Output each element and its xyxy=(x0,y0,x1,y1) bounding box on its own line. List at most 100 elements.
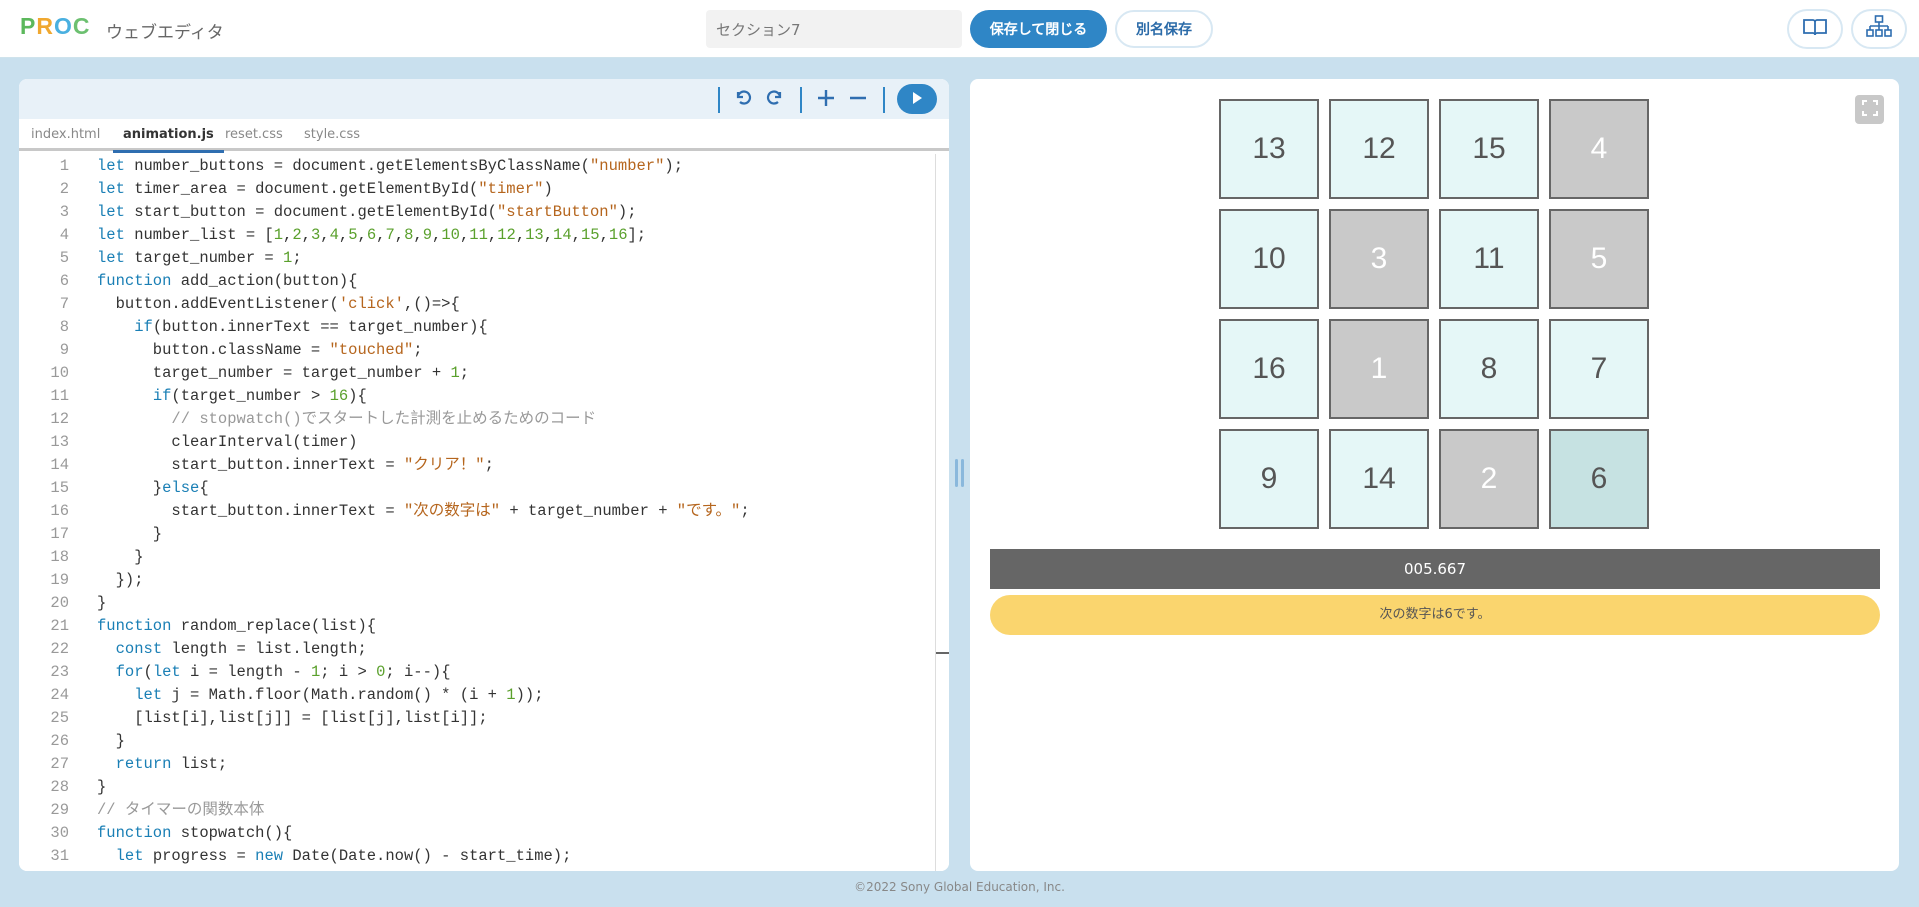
number-button[interactable]: 3 xyxy=(1329,209,1429,309)
line-number: 12 xyxy=(50,410,69,428)
code-text: for(let i = length - 1; i > 0; i--){ xyxy=(115,663,451,681)
code-line[interactable]: 15 }else{ xyxy=(19,477,919,500)
line-number: 11 xyxy=(50,387,69,405)
code-line[interactable]: 2 let timer_area = document.getElementByI… xyxy=(19,178,919,201)
number-button[interactable]: 13 xyxy=(1219,99,1319,199)
number-button[interactable]: 9 xyxy=(1219,429,1319,529)
redo-icon xyxy=(765,88,785,112)
code-text: let j = Math.floor(Math.random() * (i + … xyxy=(134,686,544,704)
code-line[interactable]: 29 // タイマーの関数本体 xyxy=(19,799,919,822)
number-button[interactable]: 1 xyxy=(1329,319,1429,419)
code-line[interactable]: 28} xyxy=(19,776,919,799)
code-line[interactable]: 10 target_number = target_number + 1; xyxy=(19,362,919,385)
code-line[interactable]: 12 // stopwatch()でスタートした計測を止めるためのコード xyxy=(19,408,919,431)
scrollbar-thumb[interactable] xyxy=(936,652,949,654)
start-button[interactable]: 次の数字は6です。 xyxy=(990,595,1880,635)
code-text: start_button.innerText = "クリア！"; xyxy=(97,456,494,474)
number-button[interactable]: 2 xyxy=(1439,429,1539,529)
proc-logo: PROC xyxy=(20,13,90,40)
code-line[interactable]: 30 function stopwatch(){ xyxy=(19,822,919,845)
line-number: 27 xyxy=(50,755,69,773)
number-button[interactable]: 11 xyxy=(1439,209,1539,309)
number-button[interactable]: 10 xyxy=(1219,209,1319,309)
code-line[interactable]: 20} xyxy=(19,592,919,615)
line-number: 14 xyxy=(50,456,69,474)
code-line[interactable]: 16 start_button.innerText = "次の数字は" + ta… xyxy=(19,500,919,523)
code-area[interactable]: 1 let number_buttons = document.getElemen… xyxy=(19,154,935,871)
zoom-out-button[interactable] xyxy=(845,87,871,113)
code-line[interactable]: 11 if(target_number > 16){ xyxy=(19,385,919,408)
run-button[interactable] xyxy=(897,84,937,114)
code-line[interactable]: 4 let number_list = [1,2,3,4,5,6,7,8,9,10… xyxy=(19,224,919,247)
code-line[interactable]: 23 for(let i = length - 1; i > 0; i--){ xyxy=(19,661,919,684)
zoom-in-button[interactable] xyxy=(813,87,839,113)
code-line[interactable]: 13 clearInterval(timer) xyxy=(19,431,919,454)
code-line[interactable]: 8 if(button.innerText == target_number){ xyxy=(19,316,919,339)
minus-icon xyxy=(848,88,868,112)
line-number: 1 xyxy=(59,157,69,175)
fullscreen-button[interactable] xyxy=(1855,95,1884,124)
code-line[interactable]: 1 let number_buttons = document.getElemen… xyxy=(19,155,919,178)
code-line[interactable]: 14 start_button.innerText = "クリア！"; xyxy=(19,454,919,477)
save-as-button[interactable]: 別名保存 xyxy=(1115,10,1213,48)
code-line[interactable]: 17 } xyxy=(19,523,919,546)
code-line[interactable]: 31 let progress = new Date(Date.now() - … xyxy=(19,845,919,868)
code-line[interactable]: 3 let start_button = document.getElementB… xyxy=(19,201,919,224)
sitemap-button[interactable] xyxy=(1851,9,1907,49)
number-button[interactable]: 15 xyxy=(1439,99,1539,199)
line-number: 8 xyxy=(59,318,69,336)
line-number: 3 xyxy=(59,203,69,221)
tab-style-css[interactable]: style.css xyxy=(304,119,360,151)
code-line[interactable]: 5 let target_number = 1; xyxy=(19,247,919,270)
line-number: 2 xyxy=(59,180,69,198)
reference-book-button[interactable] xyxy=(1787,9,1843,49)
code-line[interactable]: 9 button.className = "touched"; xyxy=(19,339,919,362)
line-number: 6 xyxy=(59,272,69,290)
number-button[interactable]: 6 xyxy=(1549,429,1649,529)
save-and-close-button[interactable]: 保存して閉じる xyxy=(970,10,1107,48)
code-line[interactable]: 22 const length = list.length; xyxy=(19,638,919,661)
number-button[interactable]: 8 xyxy=(1439,319,1539,419)
code-text: } xyxy=(97,594,107,612)
timer-display: 005.667 xyxy=(990,549,1880,589)
number-button[interactable]: 12 xyxy=(1329,99,1429,199)
number-button[interactable]: 16 xyxy=(1219,319,1319,419)
code-line[interactable]: 27 return list; xyxy=(19,753,919,776)
code-line[interactable]: 6 function add_action(button){ xyxy=(19,270,919,293)
code-text: let number_list = [1,2,3,4,5,6,7,8,9,10,… xyxy=(97,226,647,244)
section-name-input[interactable] xyxy=(706,10,962,48)
book-icon xyxy=(1802,17,1828,41)
number-button[interactable]: 4 xyxy=(1549,99,1649,199)
line-number: 7 xyxy=(59,295,69,313)
line-number: 16 xyxy=(50,502,69,520)
code-text: } xyxy=(97,778,107,796)
code-line[interactable]: 24 let j = Math.floor(Math.random() * (i… xyxy=(19,684,919,707)
editor-scrollbar[interactable] xyxy=(935,154,949,871)
code-text: } xyxy=(97,732,125,750)
code-line[interactable]: 18 } xyxy=(19,546,919,569)
number-button[interactable]: 5 xyxy=(1549,209,1649,309)
panel-resize-handle[interactable] xyxy=(953,459,965,489)
line-number: 10 xyxy=(50,364,69,382)
code-line[interactable]: 21 function random_replace(list){ xyxy=(19,615,919,638)
number-button[interactable]: 14 xyxy=(1329,429,1429,529)
line-number: 13 xyxy=(50,433,69,451)
preview-panel: 13 12 15 4 10 3 11 5 16 1 8 7 9 14 2 6 005.667 次の数字は6です… xyxy=(970,79,1899,871)
code-text: let progress = new Date(Date.now() - sta… xyxy=(115,847,572,865)
tab-reset-css[interactable]: reset.css xyxy=(225,119,283,151)
code-line[interactable]: 25 [list[i],list[j]] = [list[j],list[i]]… xyxy=(19,707,919,730)
code-text: let number_buttons = document.getElement… xyxy=(97,157,684,175)
tab-index-html[interactable]: index.html xyxy=(31,119,100,151)
redo-button[interactable] xyxy=(762,87,788,113)
tab-animation-js[interactable]: animation.js xyxy=(113,119,224,153)
code-line[interactable]: 7 button.addEventListener('click',()=>{ xyxy=(19,293,919,316)
line-number: 5 xyxy=(59,249,69,267)
number-button[interactable]: 7 xyxy=(1549,319,1649,419)
line-number: 29 xyxy=(50,801,69,819)
code-line[interactable]: 19 }); xyxy=(19,569,919,592)
line-number: 25 xyxy=(50,709,69,727)
undo-button[interactable] xyxy=(730,87,756,113)
code-line[interactable]: 26 } xyxy=(19,730,919,753)
line-number: 28 xyxy=(50,778,69,796)
code-text: [list[i],list[j]] = [list[j],list[i]]; xyxy=(97,709,488,727)
